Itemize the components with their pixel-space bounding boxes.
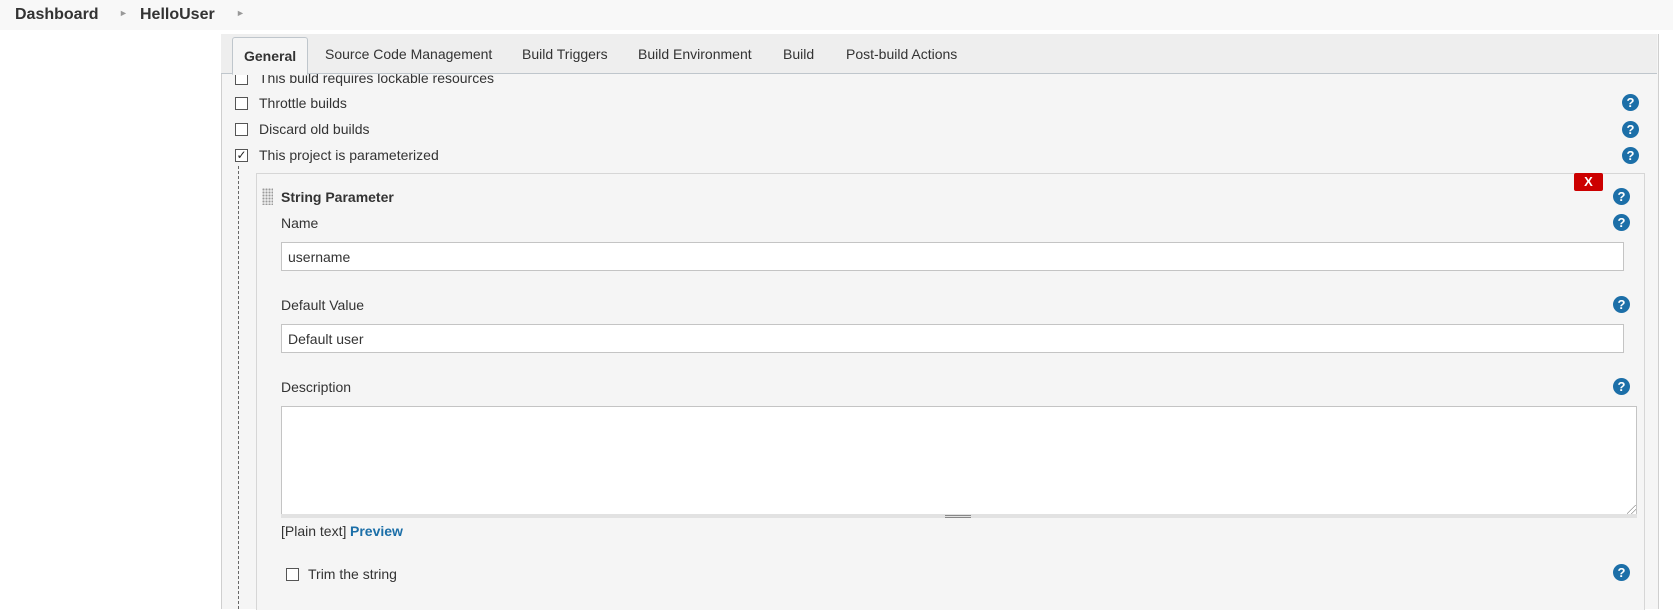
chevron-right-icon[interactable]: ► [236,8,245,18]
resize-grip-icon[interactable] [945,515,971,518]
discard-old-builds-label: Discard old builds [259,121,370,137]
help-icon[interactable]: ? [1613,378,1630,395]
tab-bar-overlay: General Source Code Management Build Tri… [221,34,1657,75]
breadcrumb: Dashboard ► HelloUser ► [0,0,1673,30]
discard-old-builds-checkbox[interactable] [235,123,248,136]
string-parameter-panel [256,173,1645,610]
trim-string-checkbox[interactable] [286,568,299,581]
throttle-builds-label: Throttle builds [259,95,347,111]
preview-link[interactable]: Preview [350,523,403,539]
parameterized-checkbox[interactable]: ✓ [235,149,248,162]
name-label: Name [281,215,319,231]
default-value-label: Default Value [281,297,365,313]
parameter-indent-line [238,166,239,609]
trim-string-label: Trim the string [308,566,397,582]
description-label: Description [281,379,352,395]
format-note: [Plain text] [281,523,347,539]
help-icon[interactable]: ? [1613,214,1630,231]
help-icon[interactable]: ? [1613,188,1630,205]
default-value-input[interactable] [281,324,1624,353]
tab-general[interactable]: General [232,37,309,75]
parameter-type-title: String Parameter [281,189,394,205]
tab-build-triggers[interactable]: Build Triggers [522,46,608,62]
chevron-right-icon[interactable]: ► [119,8,128,18]
parameterized-label: This project is parameterized [259,147,439,163]
help-icon[interactable]: ? [1622,94,1639,111]
help-icon[interactable]: ? [1613,564,1630,581]
description-textarea[interactable] [281,406,1637,516]
drag-handle-icon[interactable] [262,188,273,205]
throttle-builds-checkbox[interactable] [235,97,248,110]
tab-source-code-management[interactable]: Source Code Management [325,46,492,62]
parameter-name-input[interactable] [281,242,1624,271]
help-icon[interactable]: ? [1622,147,1639,164]
delete-parameter-button[interactable]: X [1574,173,1603,191]
tab-build[interactable]: Build [783,46,814,62]
help-icon[interactable]: ? [1613,296,1630,313]
breadcrumb-dashboard[interactable]: Dashboard [15,6,99,24]
tab-post-build-actions[interactable]: Post-build Actions [846,46,957,62]
help-icon[interactable]: ? [1622,121,1639,138]
tab-build-environment[interactable]: Build Environment [638,46,752,62]
resize-corner-icon[interactable] [1627,505,1636,514]
breadcrumb-hellouser[interactable]: HelloUser [140,6,215,24]
